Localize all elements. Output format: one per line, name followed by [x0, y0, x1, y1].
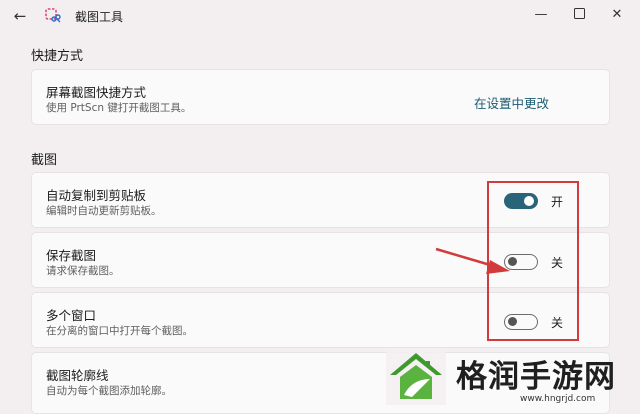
- watermark-text: 格润手游网: [456, 359, 616, 395]
- watermark-url: www.hngrjd.com: [520, 394, 596, 404]
- watermark-logo-icon: [386, 349, 446, 405]
- watermark: 格润手游网 www.hngrjd.com: [360, 340, 640, 412]
